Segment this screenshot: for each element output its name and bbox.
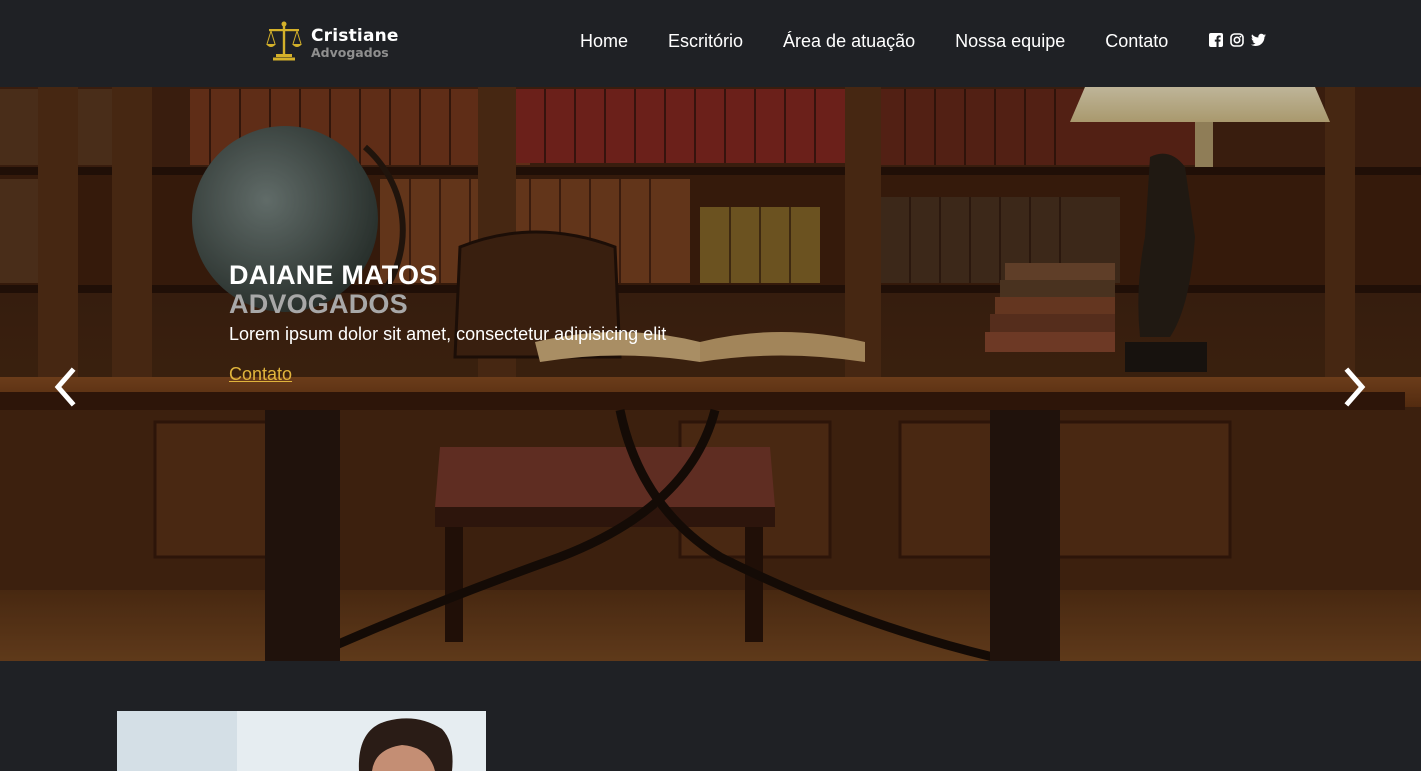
hero-text: Lorem ipsum dolor sit amet, consectetur … <box>229 324 667 344</box>
nav-item-nossa-equipe[interactable]: Nossa equipe <box>955 31 1065 52</box>
facebook-icon[interactable] <box>1209 33 1223 47</box>
hero-caption: DAIANE MATOS ADVOGADOS Lorem ipsum dolor… <box>229 261 666 385</box>
instagram-icon[interactable] <box>1230 33 1244 47</box>
nav-item-area-de-atuacao[interactable]: Área de atuação <box>783 31 915 52</box>
hero-subtitle: ADVOGADOS <box>229 289 408 319</box>
site-header: Cristiane Advogados Home Escritório Área… <box>0 0 1421 87</box>
brand-subtitle: Advogados <box>311 44 389 60</box>
hero-contact-link[interactable]: Contato <box>229 364 292 385</box>
team-section <box>0 661 1421 771</box>
hero-title: DAIANE MATOS <box>229 260 438 290</box>
nav-item-home[interactable]: Home <box>580 31 628 52</box>
team-member-photo <box>117 711 486 771</box>
main-nav: Home Escritório Área de atuação Nossa eq… <box>580 31 1168 52</box>
hero-background-image <box>0 87 1421 661</box>
twitter-icon[interactable] <box>1251 33 1266 47</box>
brand-logo[interactable]: Cristiane Advogados <box>265 20 399 67</box>
chevron-left-icon <box>54 367 76 407</box>
carousel-next-button[interactable] <box>1340 367 1370 407</box>
nav-item-contato[interactable]: Contato <box>1105 31 1168 52</box>
brand-name: Cristiane <box>311 25 399 46</box>
hero-carousel: DAIANE MATOS ADVOGADOS Lorem ipsum dolor… <box>0 87 1421 661</box>
nav-item-escritorio[interactable]: Escritório <box>668 31 743 52</box>
chevron-right-icon <box>1344 367 1366 407</box>
social-links <box>1209 33 1266 47</box>
scales-of-justice-icon <box>265 20 303 67</box>
carousel-prev-button[interactable] <box>50 367 80 407</box>
